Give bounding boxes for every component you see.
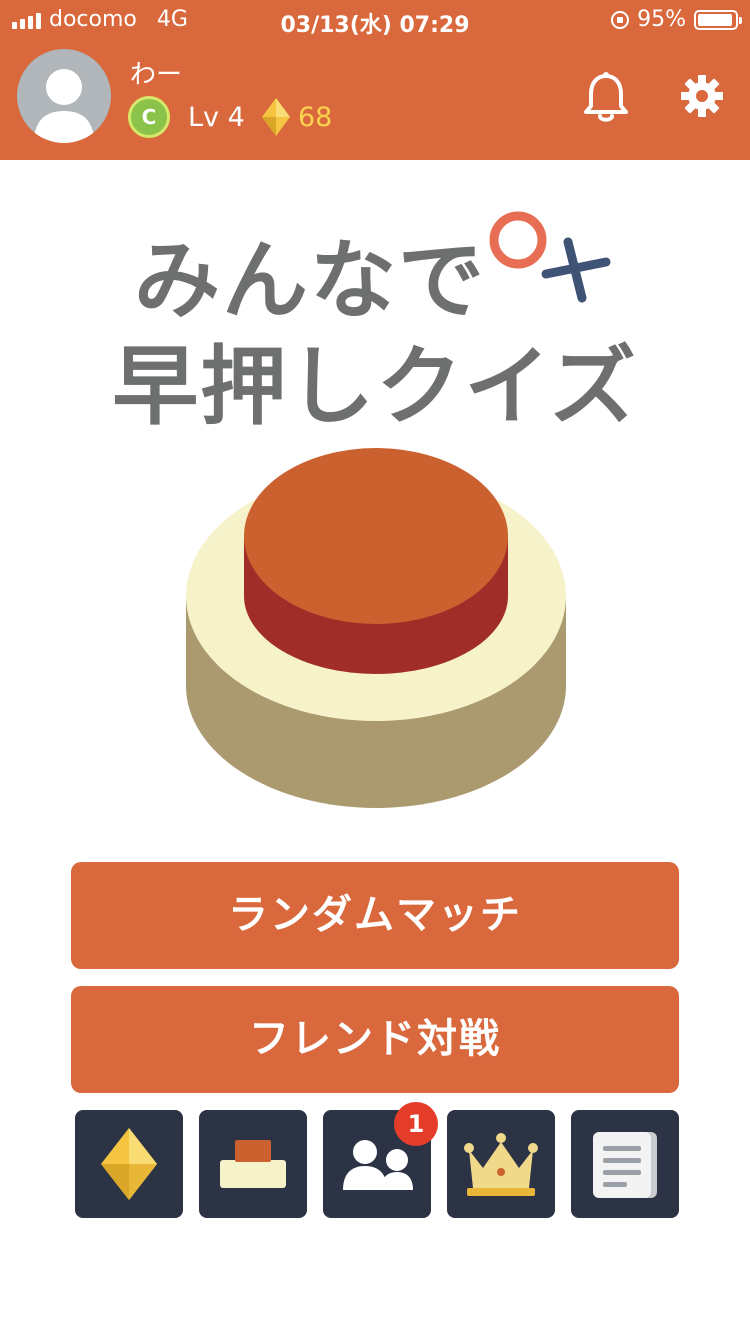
settings-gear-icon[interactable] (680, 74, 724, 118)
crown-icon (464, 1133, 538, 1196)
status-bar: docomo 4G 03/13(水) 07:29 95% (0, 0, 750, 40)
gem-shop-tile[interactable] (75, 1110, 183, 1218)
app-title-line2: 早押しクイズ (112, 337, 638, 437)
buzzer-tile[interactable] (199, 1110, 307, 1218)
avatar[interactable] (17, 49, 111, 143)
status-right: 95% (611, 7, 742, 32)
gem-count: 68 (298, 102, 333, 133)
username: わー (130, 60, 183, 90)
friend-battle-button[interactable]: フレンド対戦 (71, 986, 679, 1093)
notification-bell-icon[interactable] (582, 72, 630, 124)
history-tile[interactable] (571, 1110, 679, 1218)
user-silhouette-icon (34, 69, 94, 143)
circle-cross-logo-icon (489, 211, 611, 303)
battery-percent: 95% (637, 7, 686, 32)
document-icon (593, 1132, 657, 1198)
friends-notification-badge: 1 (394, 1102, 438, 1146)
gem-icon (101, 1128, 157, 1200)
level-label: Lv 4 (188, 102, 245, 133)
rank-badge: C (128, 96, 170, 138)
buzzer-button[interactable] (186, 446, 566, 810)
buzzer-icon (220, 1140, 286, 1188)
profile-header: わー C Lv 4 68 (0, 40, 750, 160)
ranking-tile[interactable] (447, 1110, 555, 1218)
gem-icon (262, 98, 290, 136)
rotation-lock-icon (611, 10, 630, 29)
battery-icon (694, 9, 742, 30)
random-match-button[interactable]: ランダムマッチ (71, 862, 679, 969)
